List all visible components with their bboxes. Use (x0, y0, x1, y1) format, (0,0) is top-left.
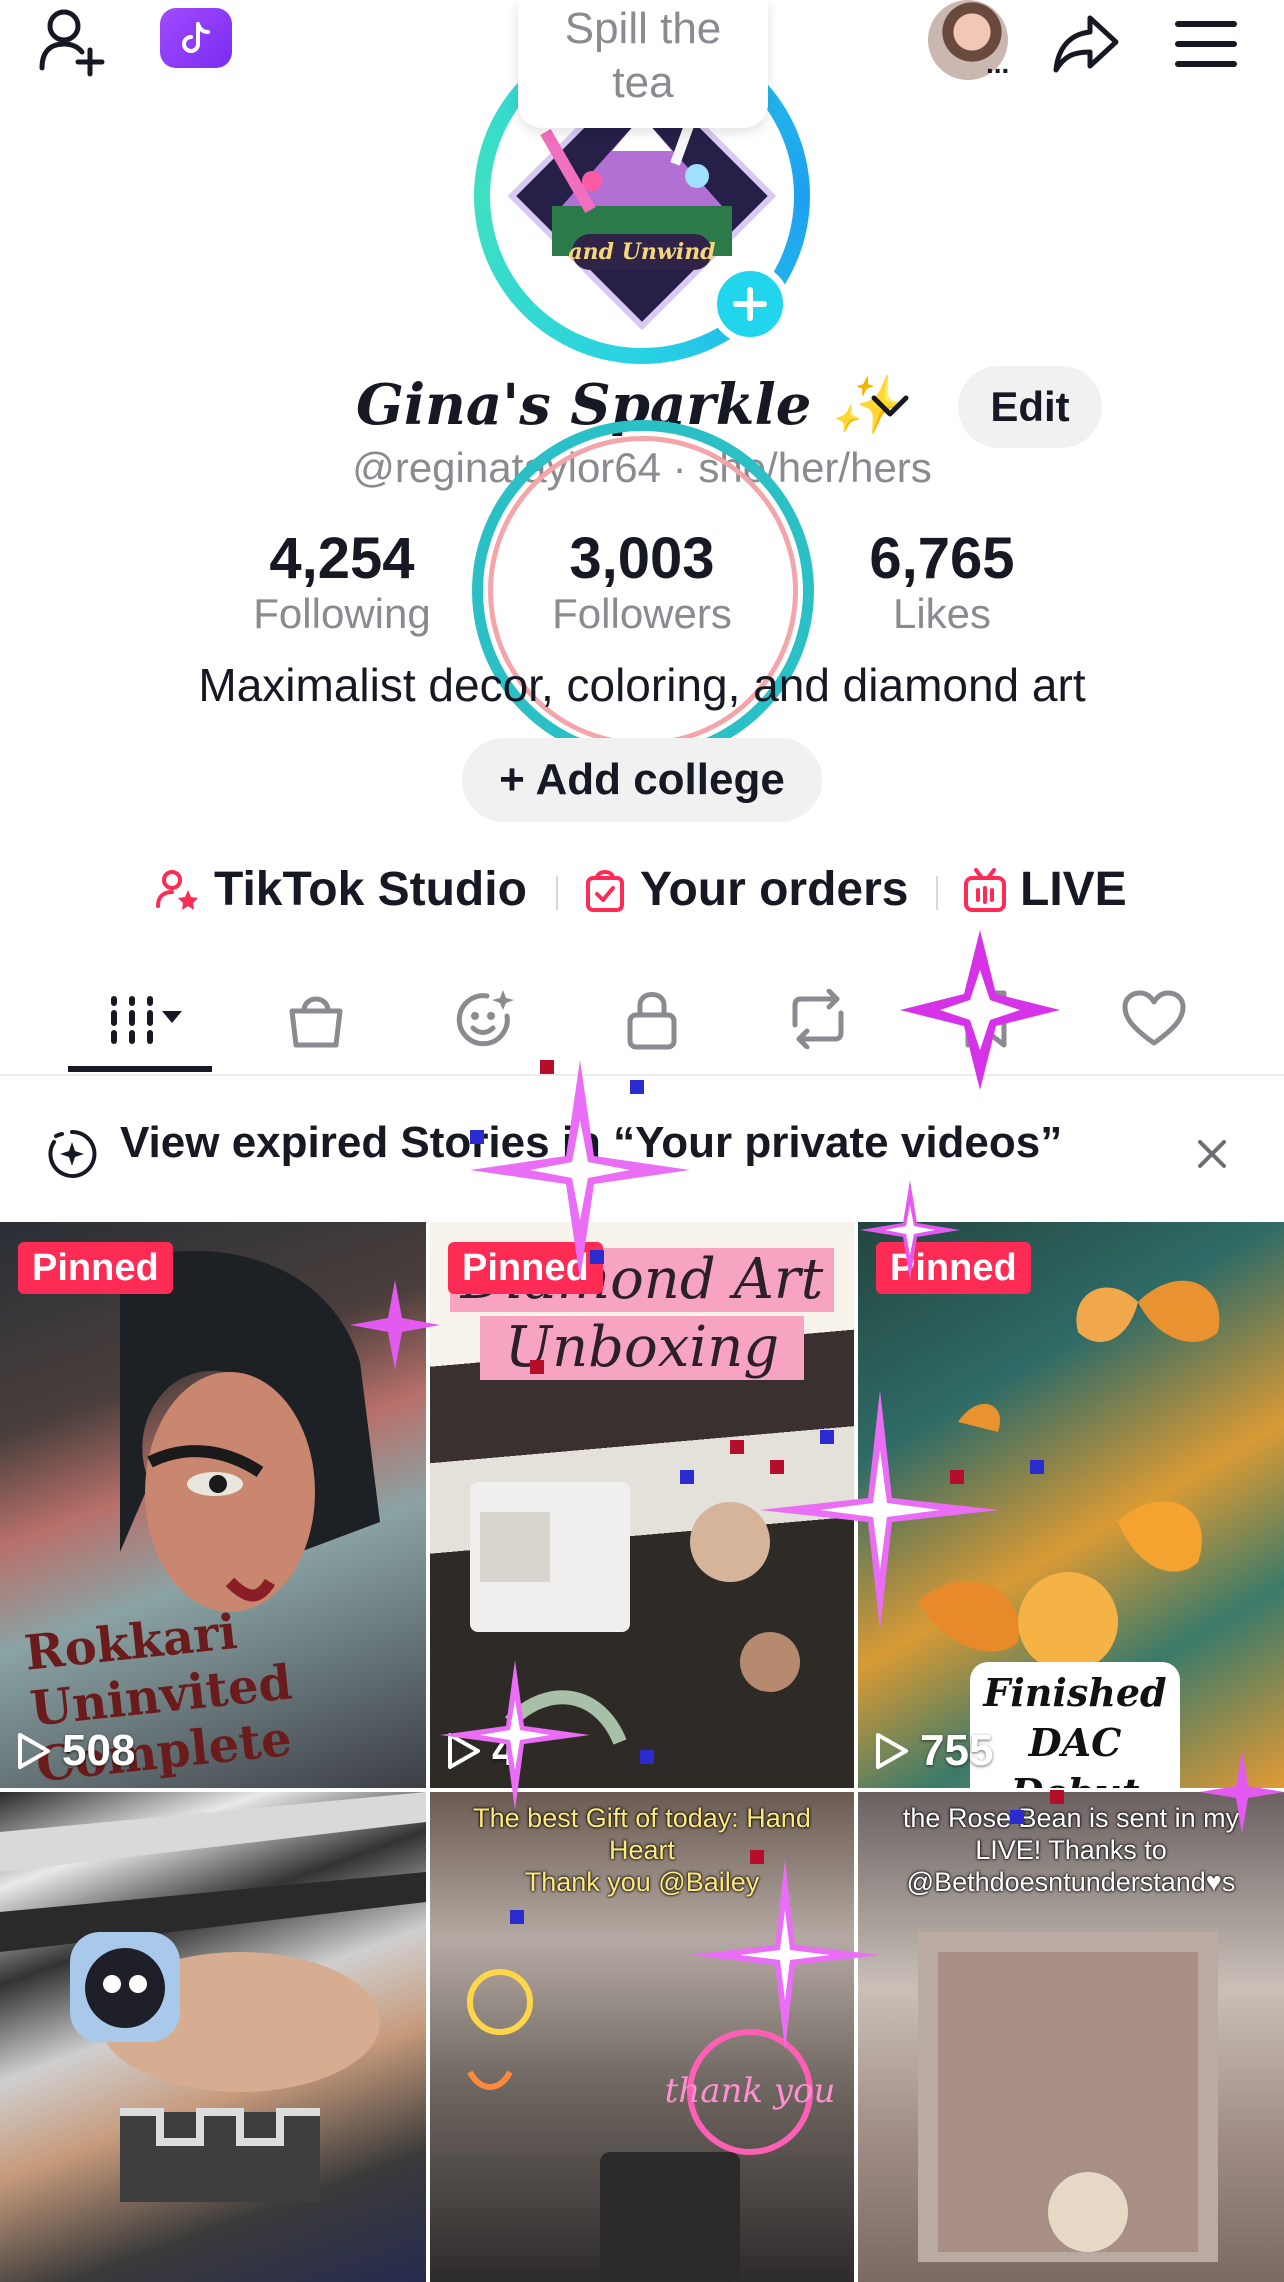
likes-label: Likes (892, 590, 992, 637)
profile-links-row: TikTok Studio Your orders LIVE (0, 862, 1284, 922)
pinned-badge: Pinned (876, 1242, 1031, 1294)
svg-text:thank you: thank you (665, 2071, 836, 2111)
svg-text:and Unwind: and Unwind (568, 239, 715, 265)
tab-videos[interactable] (80, 966, 200, 1072)
chevron-down-icon[interactable] (868, 388, 916, 428)
tab-private[interactable] (592, 966, 712, 1072)
view-count: 508 (16, 1726, 135, 1776)
view-count-value: 755 (920, 1726, 994, 1775)
bookmark-icon (965, 990, 1007, 1048)
your-orders-link[interactable]: Your orders (582, 862, 909, 917)
video-thumbnail[interactable]: Rokkari Uninvited Complete Pinned 508 (0, 1222, 426, 1788)
likes-count: 6,765 (869, 526, 1015, 591)
video-overlay-text: Unboxing (480, 1316, 804, 1380)
view-count: 755 (874, 1726, 993, 1776)
view-count-value: 4 (492, 1726, 517, 1775)
video-thumbnail[interactable]: Pinned FinishedDACDebut 755 (858, 1222, 1284, 1788)
tab-avatar[interactable] (424, 966, 544, 1072)
hamburger-menu-icon[interactable] (1166, 4, 1246, 84)
tiktok-studio-label: TikTok Studio (214, 863, 527, 916)
tiktok-studio-app-icon[interactable] (160, 8, 232, 68)
live-link[interactable]: LIVE (962, 862, 1127, 917)
bio-text: Maximalist decor, coloring, and diamond … (198, 659, 1086, 711)
view-count-value: 508 (62, 1726, 136, 1775)
edit-profile-button[interactable]: Edit (958, 366, 1102, 448)
status-note-bubble[interactable]: Spill the tea (518, 0, 768, 128)
view-count: 4 (446, 1726, 516, 1776)
profile-tabs (0, 966, 1284, 1076)
video-grid: Rokkari Uninvited Complete Pinned 508 Diam… (0, 1222, 1284, 2282)
status-note-line1: Spill the (564, 4, 722, 53)
thumbnail-art: thank you (467, 1969, 836, 2282)
add-friend-icon[interactable] (34, 2, 114, 82)
tab-liked[interactable] (1094, 966, 1214, 1072)
following-count: 4,254 (269, 526, 415, 591)
expired-stories-banner[interactable]: View expired Stories in “Your private vi… (0, 1108, 1284, 1188)
play-icon (876, 1733, 908, 1769)
creator-star-icon (156, 869, 198, 910)
active-tab-indicator (68, 1066, 212, 1072)
add-college-button[interactable]: + Add college (462, 738, 822, 822)
thumbnail-art (0, 1792, 426, 2202)
share-icon[interactable] (1046, 4, 1126, 84)
link-divider (556, 876, 558, 910)
repost-icon (792, 989, 844, 1049)
tiktok-studio-link[interactable]: TikTok Studio (154, 862, 527, 917)
tab-favorites[interactable] (926, 966, 1046, 1072)
grid-icon (111, 996, 182, 1044)
orders-bag-icon (586, 869, 624, 912)
link-divider (936, 876, 938, 910)
pinned-badge: Pinned (448, 1242, 603, 1294)
tab-reposts[interactable] (758, 966, 878, 1072)
shopping-bag-icon (289, 996, 343, 1048)
following-stat[interactable]: 4,254 Following (222, 526, 462, 636)
play-icon (18, 1733, 50, 1769)
status-note-line2: tea (612, 58, 674, 107)
video-thumbnail[interactable]: the Rose Bean is sent in my LIVE! Thanks … (858, 1792, 1284, 2282)
pinned-badge: Pinned (18, 1242, 173, 1294)
video-overlay-text: FinishedDACDebut (970, 1662, 1180, 1788)
following-label: Following (253, 590, 431, 637)
play-icon (448, 1733, 480, 1769)
live-label: LIVE (1020, 863, 1127, 916)
story-add-icon (48, 1129, 97, 1178)
tab-shop[interactable] (256, 966, 376, 1072)
heart-icon (1122, 990, 1186, 1046)
video-thumbnail[interactable]: Diamond Art Unboxing Pinned 4 (430, 1222, 854, 1788)
lock-icon (627, 992, 677, 1050)
live-tv-icon (964, 867, 1006, 912)
add-story-button[interactable] (710, 264, 790, 344)
close-icon[interactable] (1190, 1132, 1234, 1176)
thumbnail-art (918, 1932, 1218, 2262)
expired-stories-text: View expired Stories in “Your private vi… (120, 1118, 1063, 1167)
likes-stat[interactable]: 6,765 Likes (822, 526, 1062, 636)
account-more-indicator: ... (986, 48, 1010, 79)
video-thumbnail[interactable] (0, 1792, 426, 2282)
your-orders-label: Your orders (640, 863, 909, 916)
video-thumbnail[interactable]: The best Gift of today: Hand Heart Thank y… (430, 1792, 854, 2282)
sticker-face-icon (456, 990, 514, 1047)
